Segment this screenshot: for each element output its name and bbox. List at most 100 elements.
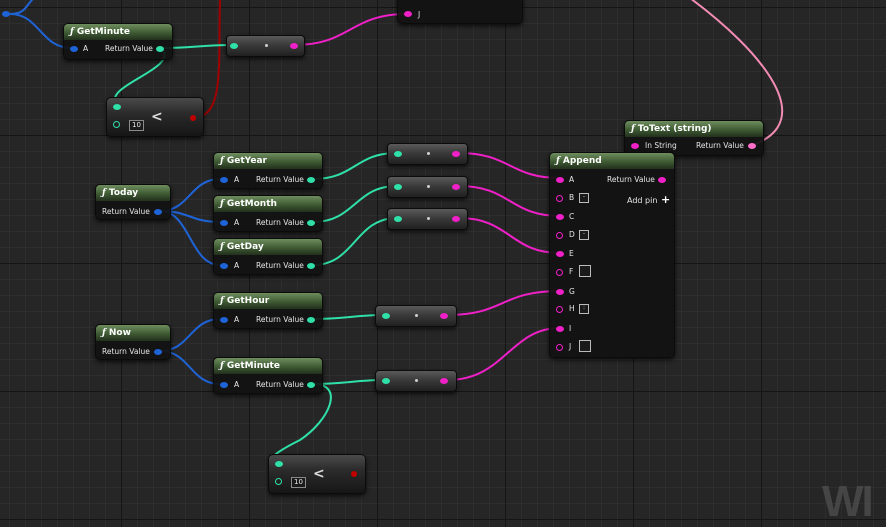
pin-default-h[interactable]: :	[579, 304, 589, 314]
output-pin-string[interactable]	[290, 43, 298, 49]
get-minute-node[interactable]: ƒ GetMinute A Return Value	[213, 357, 323, 394]
to-text-node[interactable]: ƒ ToText (string) In String Return Value	[624, 120, 764, 156]
input-pin-g[interactable]	[556, 289, 564, 295]
function-icon: ƒ	[220, 199, 224, 209]
pin-label-g: G	[569, 287, 575, 296]
get-hour-node[interactable]: ƒ GetHour A Return Value	[213, 292, 323, 329]
output-pin-string[interactable]	[452, 216, 460, 222]
input-pin-int[interactable]	[382, 378, 390, 384]
input-pin-a[interactable]	[70, 46, 78, 52]
wire-float	[312, 217, 398, 266]
pin-label-return: Return Value	[607, 175, 655, 184]
output-pin-string[interactable]	[440, 378, 448, 384]
pin-label-e: E	[569, 249, 574, 258]
output-pin-bool[interactable]	[351, 471, 357, 477]
input-pin-a[interactable]	[556, 177, 564, 183]
input-pin-int[interactable]	[394, 151, 402, 157]
input-pin-float-b[interactable]	[113, 121, 120, 128]
output-pin-int[interactable]	[307, 220, 315, 226]
conversion-node-month[interactable]	[387, 176, 468, 198]
output-pin-return[interactable]	[156, 46, 164, 52]
conversion-node-year[interactable]	[387, 143, 468, 165]
input-pin-a[interactable]	[220, 263, 228, 269]
input-pin-f[interactable]	[556, 269, 563, 276]
partial-node-struct-pin[interactable]	[2, 11, 10, 17]
node-title: GetHour	[226, 296, 270, 306]
input-pin-int[interactable]	[394, 216, 402, 222]
pin-default-d[interactable]: -	[579, 230, 589, 240]
conversion-node-minute[interactable]	[375, 370, 457, 392]
conversion-node-top[interactable]	[226, 35, 305, 57]
function-icon: ƒ	[631, 124, 635, 134]
input-pin-e[interactable]	[556, 251, 564, 257]
input-pin-h[interactable]	[556, 306, 563, 313]
output-pin-bool[interactable]	[190, 115, 196, 121]
output-pin-datetime[interactable]	[154, 209, 162, 215]
get-month-node[interactable]: ƒ GetMonth A Return Value	[213, 195, 323, 232]
compare-node-bottom[interactable]: 10 <	[268, 454, 366, 494]
pin-label-return: Return Value	[256, 261, 304, 270]
wire-float	[270, 383, 332, 464]
conversion-node-hour[interactable]	[375, 305, 457, 327]
output-pin-int[interactable]	[307, 382, 315, 388]
conversion-node-day[interactable]	[387, 208, 468, 230]
wire-float	[312, 152, 398, 180]
input-pin-j-top[interactable]	[404, 11, 412, 17]
node-title: GetMinute	[226, 361, 280, 371]
compare-value-box[interactable]: 10	[129, 120, 144, 131]
input-pin-a[interactable]	[220, 177, 228, 183]
input-pin-a[interactable]	[220, 220, 228, 226]
function-icon: ƒ	[102, 328, 106, 338]
get-minute-node-top[interactable]: ƒ GetMinute A Return Value	[63, 23, 173, 60]
wire-exec	[446, 327, 561, 381]
pin-label-a: A	[234, 261, 240, 270]
pin-label-j: J	[569, 342, 572, 351]
input-pin-a[interactable]	[220, 382, 228, 388]
pin-label-return: Return Value	[256, 218, 304, 227]
add-pin-label[interactable]: Add pin	[627, 196, 657, 205]
input-pin-in-string[interactable]	[631, 143, 639, 149]
pin-default-j[interactable]	[579, 340, 591, 352]
pin-label-j-top: J	[418, 10, 421, 19]
output-pin-int[interactable]	[307, 263, 315, 269]
today-node[interactable]: ƒ Today Return Value	[95, 184, 171, 220]
output-pin-string[interactable]	[440, 313, 448, 319]
node-title: GetYear	[226, 156, 267, 166]
compare-value-box[interactable]: 10	[291, 477, 306, 488]
output-pin-string[interactable]	[452, 184, 460, 190]
input-pin-j[interactable]	[556, 344, 563, 351]
compare-node-top[interactable]: 10 <	[106, 97, 204, 137]
input-pin-int[interactable]	[382, 313, 390, 319]
append-node-top-partial[interactable]: J	[397, 0, 523, 24]
pin-default-f[interactable]	[579, 265, 591, 277]
wire-exec	[446, 290, 561, 316]
input-pin-int-a[interactable]	[275, 461, 283, 467]
pin-default-b[interactable]: -	[579, 193, 589, 203]
input-pin-a[interactable]	[220, 317, 228, 323]
node-title: ToText (string)	[637, 124, 712, 134]
append-node[interactable]: ƒ Append Return Value Add pin + A B - C D…	[549, 152, 675, 358]
get-year-node[interactable]: ƒ GetYear A Return Value	[213, 152, 323, 189]
output-pin-datetime[interactable]	[154, 349, 162, 355]
input-pin-i[interactable]	[556, 326, 564, 332]
pin-label-a: A	[83, 44, 89, 53]
output-pin-text[interactable]	[748, 143, 756, 149]
output-pin-string[interactable]	[452, 151, 460, 157]
input-pin-int-b[interactable]	[275, 478, 282, 485]
input-pin-int[interactable]	[394, 184, 402, 190]
input-pin-b[interactable]	[556, 195, 563, 202]
output-pin-string[interactable]	[658, 177, 666, 183]
output-pin-int[interactable]	[307, 317, 315, 323]
input-pin-float-a[interactable]	[113, 104, 121, 110]
pin-label-h: H	[569, 304, 575, 313]
now-header: ƒ Now	[96, 325, 170, 341]
add-pin-plus-icon[interactable]: +	[661, 193, 670, 206]
input-pin-float[interactable]	[230, 43, 238, 49]
get-day-node[interactable]: ƒ GetDay A Return Value	[213, 238, 323, 275]
pin-label-c: C	[569, 212, 575, 221]
output-pin-int[interactable]	[307, 177, 315, 183]
input-pin-d[interactable]	[556, 232, 563, 239]
input-pin-c[interactable]	[556, 214, 564, 220]
get-minute-header: ƒ GetMinute	[214, 358, 322, 374]
now-node[interactable]: ƒ Now Return Value	[95, 324, 171, 360]
